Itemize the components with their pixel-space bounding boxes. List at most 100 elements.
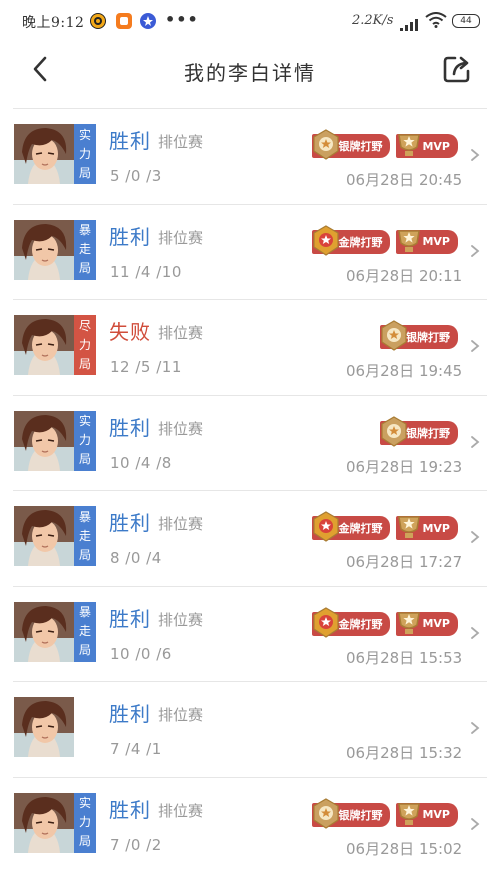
hero-avatar <box>14 124 74 184</box>
silver-jungle-badge: 银牌打野 <box>312 129 391 160</box>
share-icon <box>443 56 470 83</box>
match-type: 排位赛 <box>158 324 204 342</box>
hero-avatar <box>14 792 74 853</box>
match-date: 06月28日 15:02 <box>346 839 463 858</box>
trophy-icon <box>396 607 422 642</box>
match-row[interactable]: 暴走局胜利 排位赛 11 /4 /10 06月28日 20:11 金牌打野 MVP <box>0 205 500 300</box>
mvp-badge: MVP <box>396 516 458 540</box>
wifi-icon <box>425 12 447 32</box>
chevron-right-icon <box>470 816 480 835</box>
achievement-badges: 金牌打野 MVP <box>312 224 458 257</box>
medal-icon <box>380 415 408 451</box>
mode-badge: 尽力局 <box>74 315 96 375</box>
signal-icon <box>400 16 420 35</box>
chevron-right-icon <box>470 529 480 548</box>
achievement-badges: 银牌打野 <box>380 415 458 451</box>
hero-avatar <box>14 506 74 566</box>
match-result: 胜利 <box>109 415 151 440</box>
badge-label: MVP <box>422 617 450 630</box>
kda-stats: 7 /4 /1 <box>110 740 162 758</box>
hero-avatar <box>14 697 74 757</box>
badge-label: 金牌打野 <box>338 522 383 535</box>
match-type: 排位赛 <box>158 801 204 820</box>
silver-jungle-badge: 银牌打野 <box>380 320 458 351</box>
match-row[interactable]: 暴走局胜利 排位赛 10 /0 /6 06月28日 15:53 金牌打野 MVP <box>0 587 500 682</box>
achievement-badges: 银牌打野 MVP <box>312 797 458 833</box>
match-row[interactable]: 尽力局失败 排位赛 12 /5 /11 06月28日 19:45 银牌打野 <box>0 300 500 395</box>
page-title: 我的李白详情 <box>184 61 316 85</box>
match-date: 06月28日 20:11 <box>346 266 463 285</box>
network-speed: 2.2K/s <box>352 13 394 28</box>
chevron-right-icon <box>470 720 480 739</box>
achievement-badges: 银牌打野 MVP <box>312 129 458 161</box>
achievement-badges: 金牌打野 MVP <box>312 511 458 546</box>
kda-stats: 10 /4 /8 <box>110 453 172 472</box>
match-row[interactable]: 暴走局胜利 排位赛 8 /0 /4 06月28日 17:27 金牌打野 MVP <box>0 491 500 586</box>
kda-stats: 10 /0 /6 <box>110 644 172 663</box>
medal-icon <box>312 224 340 260</box>
match-date: 06月28日 17:27 <box>346 553 463 571</box>
kda-stats: 8 /0 /4 <box>110 549 162 567</box>
mvp-badge: MVP <box>396 611 458 636</box>
gold-jungle-badge: 金牌打野 <box>312 224 391 256</box>
gold-jungle-badge: 金牌打野 <box>312 606 391 638</box>
medal-icon <box>312 129 340 164</box>
badge-label: 银牌打野 <box>406 426 450 440</box>
battery-indicator: 44 <box>452 14 480 28</box>
chevron-right-icon <box>470 338 480 357</box>
mode-badge: 实力局 <box>74 124 96 184</box>
status-bar: 晚上9:12 ••• 2.2K/s 44 <box>0 0 500 40</box>
match-date: 06月28日 20:45 <box>346 171 463 189</box>
mode-badge: 实力局 <box>74 410 96 471</box>
trophy-icon <box>396 129 422 164</box>
match-row[interactable]: 实力局胜利 排位赛 5 /0 /3 06月28日 20:45 银牌打野 MVP <box>0 109 500 204</box>
medal-icon <box>312 797 340 833</box>
chevron-right-icon <box>470 243 480 262</box>
match-date: 06月28日 19:45 <box>346 362 463 380</box>
badge-label: 金牌打野 <box>338 617 383 631</box>
mvp-badge: MVP <box>396 229 458 254</box>
match-type: 排位赛 <box>158 419 204 438</box>
status-time: 晚上9:12 <box>22 15 85 31</box>
match-result: 失败 <box>109 320 151 344</box>
match-result: 胜利 <box>109 129 151 153</box>
medal-icon <box>312 511 340 546</box>
hero-avatar <box>14 315 74 375</box>
mode-badge: 实力局 <box>74 792 96 853</box>
more-notifications-icon: ••• <box>165 10 199 29</box>
trophy-icon <box>396 798 422 833</box>
app-notification-icon <box>116 13 132 29</box>
match-result: 胜利 <box>109 511 151 535</box>
app-notification-icon <box>90 13 106 29</box>
badge-label: 金牌打野 <box>338 235 383 249</box>
header: 我的李白详情 <box>0 40 500 100</box>
hero-avatar <box>14 410 74 471</box>
share-button[interactable] <box>440 52 474 86</box>
kda-stats: 11 /4 /10 <box>110 262 182 281</box>
match-date: 06月28日 15:53 <box>346 648 463 667</box>
match-row[interactable]: 胜利 排位赛 7 /4 /1 06月28日 15:32 <box>0 682 500 777</box>
badge-label: MVP <box>422 139 450 153</box>
match-result: 胜利 <box>109 702 151 726</box>
chevron-right-icon <box>470 625 480 644</box>
match-type: 排位赛 <box>158 706 204 724</box>
match-type: 排位赛 <box>158 515 204 533</box>
mvp-badge: MVP <box>396 802 458 827</box>
kda-stats: 5 /0 /3 <box>110 167 162 185</box>
trophy-icon <box>396 511 422 546</box>
badge-label: MVP <box>422 235 450 248</box>
match-result: 胜利 <box>109 224 151 249</box>
match-result: 胜利 <box>109 606 151 631</box>
match-row[interactable]: 实力局胜利 排位赛 10 /4 /8 06月28日 19:23 银牌打野 <box>0 396 500 491</box>
badge-label: 银牌打野 <box>338 808 383 822</box>
mode-badge: 暴走局 <box>74 219 96 280</box>
badge-label: MVP <box>422 521 450 535</box>
chevron-right-icon <box>470 147 480 166</box>
kda-stats: 12 /5 /11 <box>110 358 182 376</box>
badge-label: 银牌打野 <box>406 331 450 344</box>
match-row[interactable]: 实力局胜利 排位赛 7 /0 /2 06月28日 15:02 银牌打野 MVP <box>0 778 500 873</box>
match-result: 胜利 <box>109 797 151 822</box>
match-date: 06月28日 15:32 <box>346 744 463 762</box>
hero-avatar <box>14 601 74 662</box>
mvp-badge: MVP <box>396 134 458 158</box>
